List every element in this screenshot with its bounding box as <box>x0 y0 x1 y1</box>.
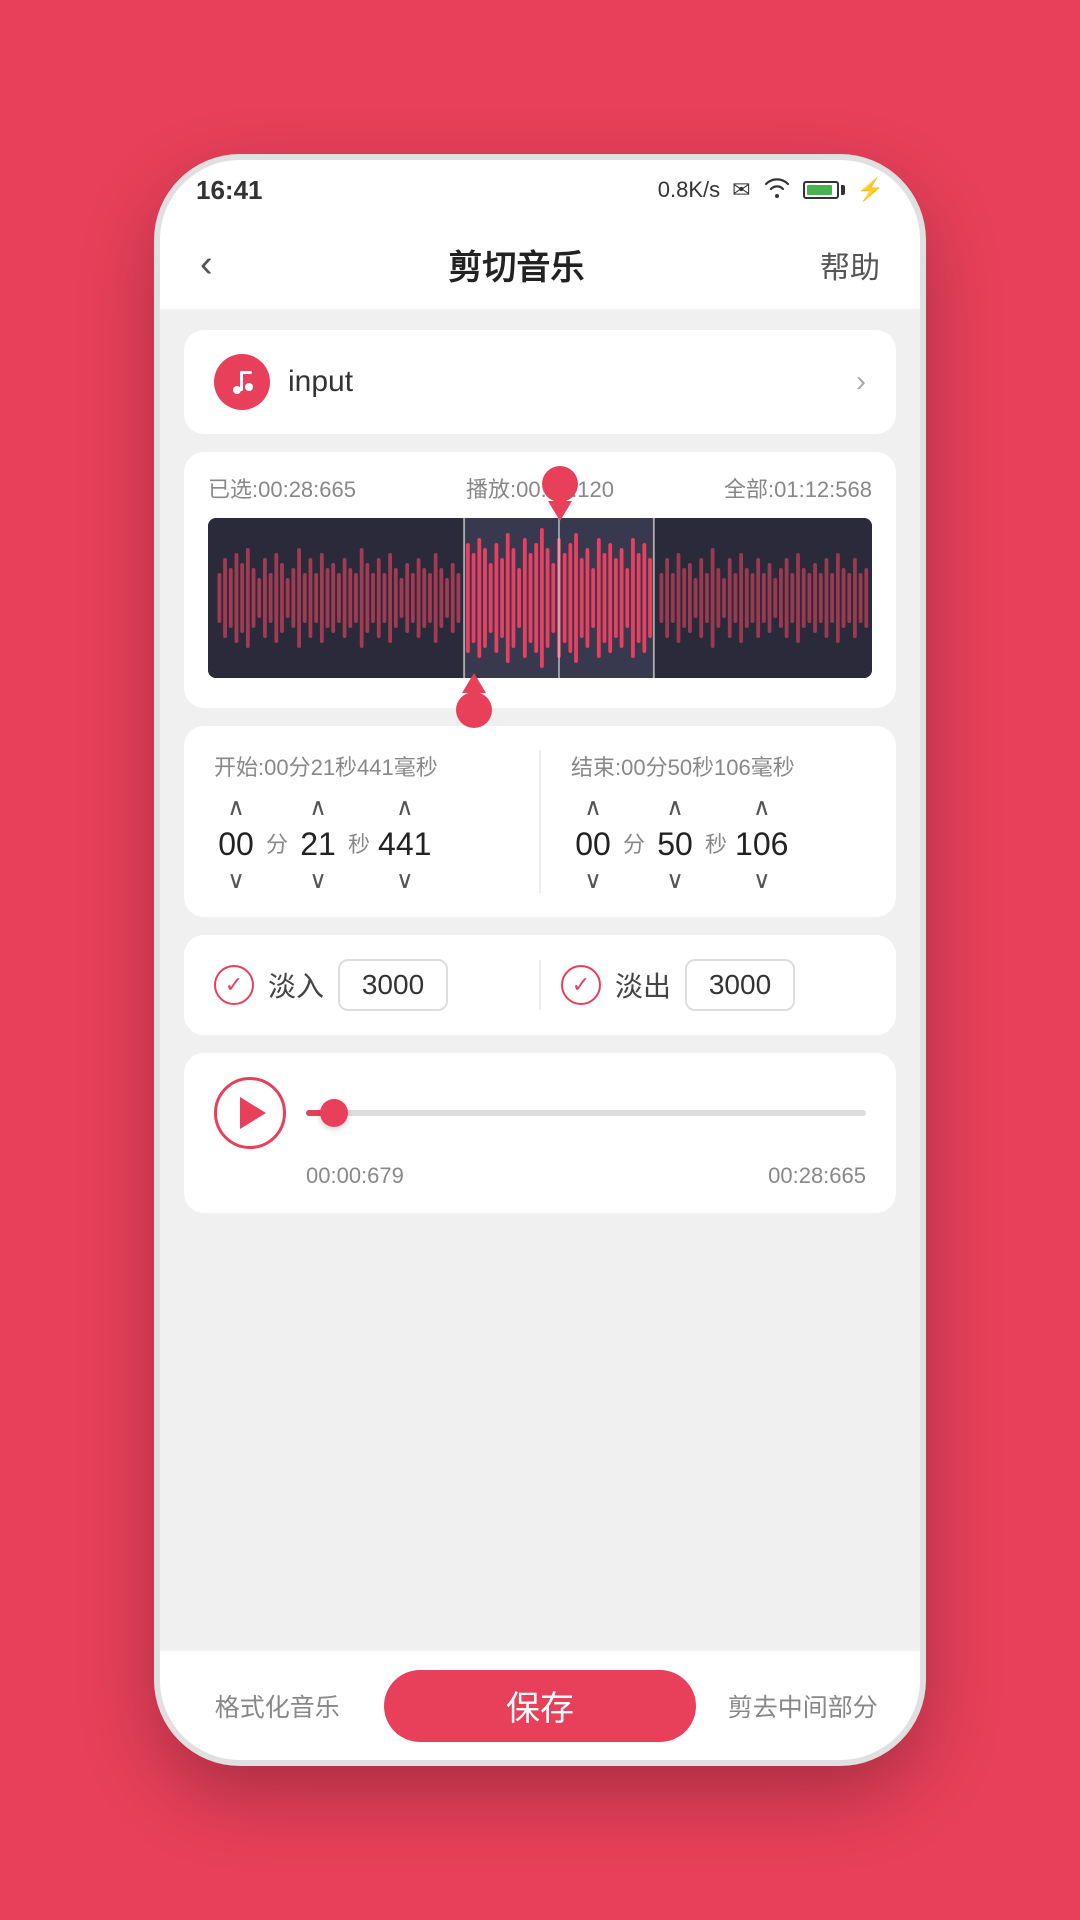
trim-middle-button[interactable]: 剪去中间部分 <box>706 1688 900 1724</box>
start-ms-value: 441 <box>378 826 431 863</box>
end-time-label: 结束:00分50秒106毫秒 <box>571 750 866 782</box>
end-minutes-spinner: ∧ 00 ∨ <box>571 796 615 893</box>
fade-out-checkbox[interactable]: ✓ <box>561 965 601 1005</box>
battery-icon <box>803 181 845 199</box>
end-ms-value: 106 <box>735 826 788 863</box>
start-min-up[interactable]: ∧ <box>227 796 245 820</box>
end-min-up[interactable]: ∧ <box>584 796 602 820</box>
playhead-pin-top[interactable] <box>542 466 578 521</box>
end-time-spinners: ∧ 00 ∨ 分 ∧ 50 ∨ 秒 ∧ 106 ∨ <box>571 796 866 893</box>
fade-out-input[interactable] <box>685 959 795 1011</box>
chevron-right-icon: › <box>856 365 866 399</box>
fade-in-label: 淡入 <box>268 965 324 1005</box>
status-time: 16:41 <box>196 175 263 206</box>
page-title: 剪切音乐 <box>223 240 810 289</box>
end-ms-spinner: ∧ 106 ∨ <box>735 796 788 893</box>
bottom-bar: 格式化音乐 保存 剪去中间部分 <box>160 1650 920 1760</box>
end-min-down[interactable]: ∨ <box>584 869 602 893</box>
save-button[interactable]: 保存 <box>384 1670 695 1742</box>
start-minutes-spinner: ∧ 00 ∨ <box>214 796 258 893</box>
start-time-block: 开始:00分21秒441毫秒 ∧ 00 ∨ 分 ∧ 21 ∨ 秒 <box>214 750 509 893</box>
end-sec-value: 50 <box>653 826 697 863</box>
back-button[interactable]: ‹ <box>190 233 223 296</box>
start-ms-spinner: ∧ 441 ∨ <box>378 796 431 893</box>
wifi-icon <box>763 176 791 204</box>
start-sec-up[interactable]: ∧ <box>309 796 327 820</box>
fade-in-item: ✓ 淡入 <box>214 959 519 1011</box>
end-seconds-spinner: ∧ 50 ∨ <box>653 796 697 893</box>
fade-in-input[interactable] <box>338 959 448 1011</box>
start-min-down[interactable]: ∨ <box>227 869 245 893</box>
time-divider <box>539 750 541 893</box>
player-row <box>214 1077 866 1149</box>
player-end-time: 00:28:665 <box>768 1163 866 1189</box>
start-time-label: 开始:00分21秒441毫秒 <box>214 750 509 782</box>
player-slider-track[interactable] <box>306 1110 866 1116</box>
network-speed: 0.8K/s <box>658 177 720 203</box>
player-current-time: 00:00:679 <box>306 1163 404 1189</box>
status-bar: 16:41 0.8K/s ✉ ⚡ <box>160 160 920 220</box>
start-seconds-spinner: ∧ 21 ∨ <box>296 796 340 893</box>
playback-time: 播放:00:22:120 <box>466 472 614 504</box>
end-time-block: 结束:00分50秒106毫秒 ∧ 00 ∨ 分 ∧ 50 ∨ 秒 <box>571 750 866 893</box>
music-file-row[interactable]: input › <box>214 354 866 410</box>
player-times: 00:00:679 00:28:665 <box>214 1163 866 1189</box>
message-icon: ✉ <box>732 177 750 203</box>
fade-out-item: ✓ 淡出 <box>561 959 866 1011</box>
music-icon-circle <box>214 354 270 410</box>
time-adjust-card: 开始:00分21秒441毫秒 ∧ 00 ∨ 分 ∧ 21 ∨ 秒 <box>184 726 896 917</box>
slider-thumb[interactable] <box>320 1099 348 1127</box>
start-sec-down[interactable]: ∨ <box>309 869 327 893</box>
fade-divider <box>539 960 541 1010</box>
playhead-pin-bottom[interactable] <box>456 673 492 728</box>
min-unit-end: 分 <box>623 827 645 859</box>
total-time: 全部:01:12:568 <box>724 472 872 504</box>
fade-out-label: 淡出 <box>615 965 671 1005</box>
sec-unit-end: 秒 <box>705 827 727 859</box>
time-info-row: 已选:00:28:665 播放:00:22:120 全部:01:12:568 <box>208 472 872 504</box>
music-file-card: input › <box>184 330 896 434</box>
charging-icon: ⚡ <box>857 177 884 203</box>
start-min-value: 00 <box>214 826 258 863</box>
start-ms-up[interactable]: ∧ <box>396 796 414 820</box>
end-sec-up[interactable]: ∧ <box>666 796 684 820</box>
waveform-container[interactable] <box>208 518 872 678</box>
top-bar: ‹ 剪切音乐 帮助 <box>160 220 920 310</box>
format-music-button[interactable]: 格式化音乐 <box>180 1688 374 1724</box>
end-ms-up[interactable]: ∧ <box>753 796 771 820</box>
end-ms-down[interactable]: ∨ <box>753 869 771 893</box>
selected-time: 已选:00:28:665 <box>208 472 356 504</box>
start-sec-value: 21 <box>296 826 340 863</box>
sec-unit-start: 秒 <box>348 827 370 859</box>
play-button[interactable] <box>214 1077 286 1149</box>
start-ms-down[interactable]: ∨ <box>396 869 414 893</box>
waveform-card: 已选:00:28:665 播放:00:22:120 全部:01:12:568 <box>184 452 896 708</box>
player-slider-container <box>306 1093 866 1133</box>
end-min-value: 00 <box>571 826 615 863</box>
fade-in-checkbox[interactable]: ✓ <box>214 965 254 1005</box>
fade-card: ✓ 淡入 ✓ 淡出 <box>184 935 896 1035</box>
help-button[interactable]: 帮助 <box>810 233 890 297</box>
status-right: 0.8K/s ✉ ⚡ <box>658 176 884 204</box>
player-card: 00:00:679 00:28:665 <box>184 1053 896 1213</box>
main-content: input › 已选:00:28:665 播放:00:22:120 全部:01:… <box>160 310 920 1650</box>
min-unit-start: 分 <box>266 827 288 859</box>
start-time-spinners: ∧ 00 ∨ 分 ∧ 21 ∨ 秒 ∧ 441 ∨ <box>214 796 509 893</box>
end-sec-down[interactable]: ∨ <box>666 869 684 893</box>
music-filename: input <box>288 365 838 399</box>
play-icon <box>240 1097 266 1129</box>
